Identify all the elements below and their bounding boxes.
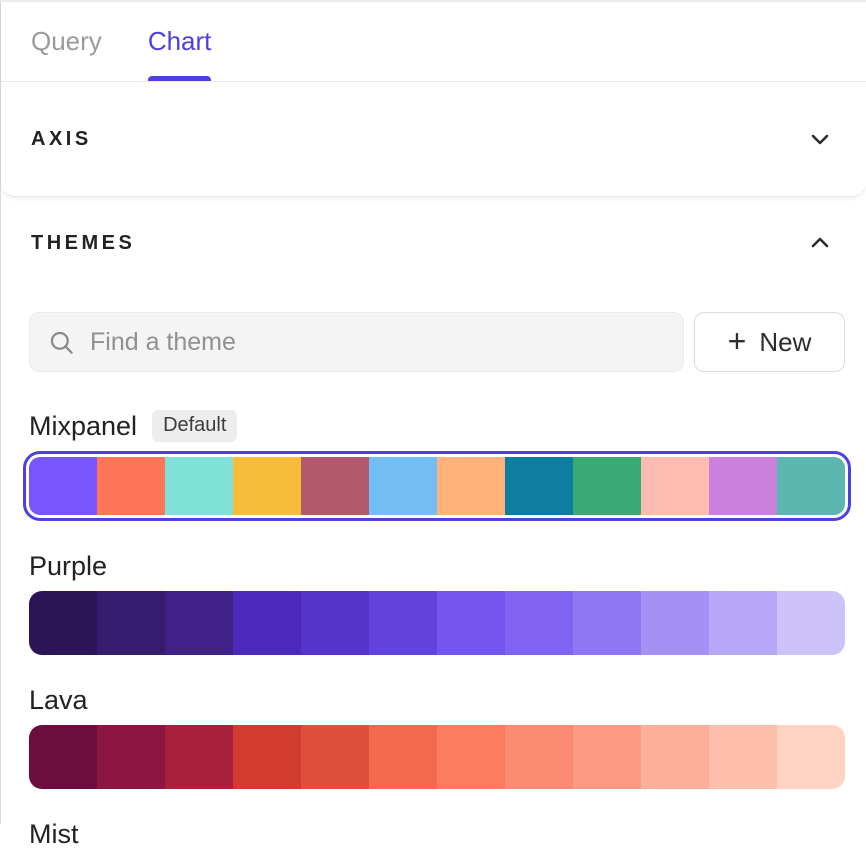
- theme-swatch-row-purple[interactable]: [29, 591, 845, 655]
- color-swatch: [573, 591, 641, 655]
- color-swatch: [165, 591, 233, 655]
- theme-list: MixpanelDefaultPurpleLavaMist: [1, 410, 866, 850]
- color-swatch: [97, 591, 165, 655]
- tab-query[interactable]: Query: [31, 2, 102, 81]
- color-swatch: [505, 725, 573, 789]
- color-swatch: [301, 591, 369, 655]
- color-swatch: [29, 725, 97, 789]
- color-swatch: [97, 457, 165, 515]
- color-swatch: [29, 591, 97, 655]
- theme-label-row: Purple: [1, 551, 866, 582]
- search-icon: [48, 329, 75, 356]
- theme-swatch-row-lava[interactable]: [29, 725, 845, 789]
- themes-section-header[interactable]: THEMES: [1, 223, 866, 263]
- new-theme-button[interactable]: + New: [694, 312, 845, 372]
- axis-section-header[interactable]: AXIS: [1, 82, 866, 196]
- color-swatch: [709, 591, 777, 655]
- theme-search-input[interactable]: [90, 328, 665, 357]
- color-swatch: [233, 725, 301, 789]
- tab-chart[interactable]: Chart: [148, 2, 212, 81]
- color-swatch: [641, 457, 709, 515]
- theme-label-row: Mixpanel Default: [1, 410, 866, 442]
- theme-item-lava: Lava: [1, 685, 866, 789]
- new-theme-button-label: New: [759, 327, 811, 358]
- theme-swatch-row-mixpanel[interactable]: [29, 457, 845, 515]
- themes-section-label: THEMES: [31, 232, 135, 255]
- color-swatch: [301, 725, 369, 789]
- color-swatch: [165, 725, 233, 789]
- color-swatch: [369, 457, 437, 515]
- color-swatch: [29, 457, 97, 515]
- color-swatch: [777, 457, 845, 515]
- themes-section: THEMES + New Mixpanel Default Purple Lava Mi…: [1, 223, 866, 850]
- plus-icon: +: [728, 325, 747, 357]
- color-swatch: [369, 591, 437, 655]
- color-swatch: [777, 725, 845, 789]
- color-swatch: [641, 725, 709, 789]
- tab-bar: Query Chart: [1, 2, 866, 82]
- color-swatch: [301, 457, 369, 515]
- color-swatch: [505, 591, 573, 655]
- color-swatch: [165, 457, 233, 515]
- theme-item-purple: Purple: [1, 551, 866, 655]
- color-swatch: [233, 591, 301, 655]
- color-swatch: [97, 725, 165, 789]
- selected-theme-outline[interactable]: [23, 451, 851, 521]
- color-swatch: [233, 457, 301, 515]
- color-swatch: [505, 457, 573, 515]
- color-swatch: [573, 725, 641, 789]
- query-chart-card: Query Chart AXIS: [1, 2, 866, 197]
- color-swatch: [437, 725, 505, 789]
- chevron-down-icon[interactable]: [808, 127, 832, 151]
- theme-item-mixpanel: Mixpanel Default: [1, 410, 866, 521]
- color-swatch: [709, 725, 777, 789]
- color-swatch: [709, 457, 777, 515]
- default-badge: Default: [152, 410, 237, 442]
- chevron-up-icon[interactable]: [808, 231, 832, 255]
- color-swatch: [777, 591, 845, 655]
- theme-name: Purple: [29, 551, 107, 582]
- color-swatch: [641, 591, 709, 655]
- theme-label-row: Lava: [1, 685, 866, 716]
- color-swatch: [437, 591, 505, 655]
- color-swatch: [369, 725, 437, 789]
- theme-search-row: + New: [29, 312, 845, 372]
- color-swatch: [573, 457, 641, 515]
- chart-settings-panel: { "tabs": [ { "label": "Query", "active"…: [0, 0, 866, 824]
- theme-name: Lava: [29, 685, 88, 716]
- theme-name: Mixpanel: [29, 411, 137, 442]
- color-swatch: [437, 457, 505, 515]
- axis-section-label: AXIS: [31, 128, 92, 151]
- theme-search-box[interactable]: [29, 312, 684, 372]
